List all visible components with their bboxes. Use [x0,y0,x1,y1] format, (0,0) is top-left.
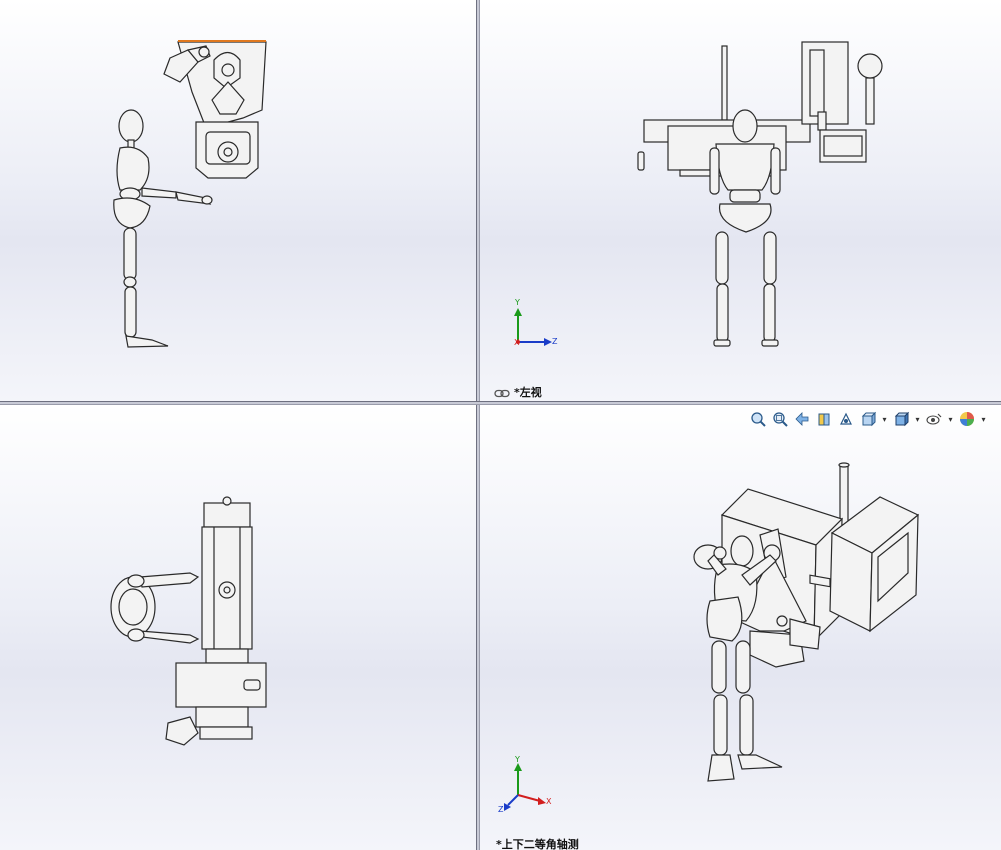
viewport-top-right[interactable]: Y X Z *左视 [480,0,1001,401]
axis-z-label: Z [498,805,504,814]
viewport-splitter-vertical[interactable] [476,0,480,850]
model-top-view [110,496,267,746]
coordinate-triad: Y X Z [510,298,560,356]
axis-y-label: Y [515,755,520,764]
viewport-splitter-horizontal[interactable] [0,401,1001,405]
axis-x-label: X [546,797,552,806]
view-orientation-label: *左视 [494,384,542,400]
viewport-top-left[interactable] [0,0,476,401]
viewport-bottom-left[interactable] [0,405,476,850]
link-views-icon [494,389,510,397]
axis-x-label: X [514,338,520,347]
model-side-view [113,40,267,348]
coordinate-triad: Y X Z [496,755,556,821]
axis-y-label: Y [515,298,520,307]
model-isometric-view [693,462,920,782]
axis-z-label: Z [552,337,558,346]
viewport-bottom-right[interactable]: ▾ ▾ ▾ ▾ Y X Z *上下二等角轴测 [480,405,1001,850]
view-orientation-label: *上下二等角轴测 [496,838,579,850]
